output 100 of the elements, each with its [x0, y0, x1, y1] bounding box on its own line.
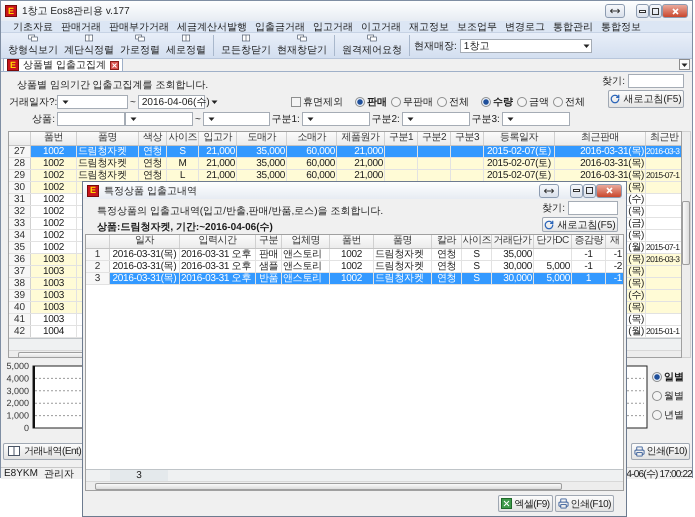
- column-header[interactable]: 품명: [77, 132, 139, 145]
- horizontal-scrollbar[interactable]: [86, 481, 623, 490]
- radio-option[interactable]: 수량: [480, 95, 513, 109]
- close-button[interactable]: [662, 4, 688, 18]
- table-cell: 1003: [31, 302, 77, 313]
- product-select[interactable]: [125, 112, 193, 126]
- column-header[interactable]: 품번: [31, 132, 77, 145]
- toolbar-button[interactable]: 창형식보기: [5, 34, 61, 57]
- maximize-button[interactable]: [583, 184, 596, 198]
- column-header[interactable]: 거래단가: [492, 235, 534, 248]
- column-header[interactable]: 재: [606, 235, 623, 248]
- vertical-scrollbar[interactable]: [682, 131, 691, 358]
- column-header[interactable]: 입고가: [199, 132, 237, 145]
- menu-item[interactable]: 입출금거래: [251, 20, 309, 34]
- menu-item[interactable]: 판매부가거래: [105, 20, 173, 34]
- table-row[interactable]: 3 2016-03-31(목) 2016-03-31 오후 반품 앤스토리 1002 드림청자켓 연청 S 30,000 5,000 1 -1: [86, 273, 623, 285]
- radio-option[interactable]: 금액: [516, 95, 549, 109]
- column-header[interactable]: 도매가: [237, 132, 287, 145]
- tab-menu-button[interactable]: [679, 59, 690, 70]
- row-number: 30: [9, 182, 31, 193]
- print-button[interactable]: 인쇄(F10): [630, 442, 690, 460]
- refresh-button[interactable]: 새로고침(F5): [608, 90, 684, 108]
- axis-label: 1,000: [6, 410, 29, 421]
- table-cell: 35,000: [237, 158, 287, 169]
- radio-option[interactable]: 무판매: [390, 95, 433, 109]
- toolbar-button[interactable]: 세로정렬: [163, 34, 209, 57]
- store-select[interactable]: 1창고: [460, 38, 592, 52]
- column-header[interactable]: 품명: [374, 235, 432, 248]
- column-header[interactable]: 구분2: [418, 132, 451, 145]
- history-button[interactable]: 거래내역(Ent): [3, 442, 84, 460]
- maximize-button[interactable]: [649, 4, 662, 18]
- category-select[interactable]: [502, 112, 570, 126]
- refresh-button[interactable]: 새로고침(F5): [542, 217, 618, 232]
- menu-item[interactable]: 입고거래: [309, 20, 357, 34]
- column-header[interactable]: 제품원가: [337, 132, 385, 145]
- date-select[interactable]: [57, 95, 128, 109]
- row-number: 40: [9, 302, 31, 313]
- field-label: 상품:: [31, 113, 55, 126]
- column-header[interactable]: 구분3: [451, 132, 484, 145]
- column-header[interactable]: 사이즈: [462, 235, 492, 248]
- toolbar-button[interactable]: 가로정렬: [117, 34, 163, 57]
- input-field[interactable]: [57, 112, 125, 126]
- table-row[interactable]: 2 2016-03-31(목) 2016-03-31 오후 샘플 앤스토리 1002 드림청자켓 연청 S 30,000 5,000 -1 -2: [86, 261, 623, 273]
- menu-item[interactable]: 세금계산서발행: [173, 20, 251, 34]
- toolbar-button[interactable]: 모든창닫기: [218, 34, 274, 57]
- table-cell: 드림청자켓: [77, 146, 139, 157]
- toolbar-button[interactable]: 현재창닫기: [274, 34, 330, 57]
- column-header[interactable]: 품번: [330, 235, 374, 248]
- column-header[interactable]: 구분1: [385, 132, 418, 145]
- column-header[interactable]: 증감량: [572, 235, 606, 248]
- column-header[interactable]: 칼라: [432, 235, 462, 248]
- radio-option[interactable]: 판매: [354, 95, 387, 109]
- radio-option[interactable]: 일별: [652, 370, 684, 384]
- search-field[interactable]: [568, 201, 618, 215]
- menu-item[interactable]: 판매거래: [57, 20, 105, 34]
- column-header[interactable]: 단가DC: [534, 235, 572, 248]
- toolbar-button[interactable]: 원격제어요청: [339, 34, 405, 57]
- column-header[interactable]: 소매가: [287, 132, 337, 145]
- table-row[interactable]: 1 2016-03-31(목) 2016-03-31 오후 판매 앤스토리 1002 드림청자켓 연청 S 35,000 -1 -1: [86, 249, 623, 261]
- close-icon[interactable]: [110, 60, 119, 70]
- print-button[interactable]: 인쇄(F10): [554, 495, 614, 512]
- product-select[interactable]: [202, 112, 270, 126]
- menu-item[interactable]: 이고거래: [357, 20, 405, 34]
- arrows-icon: [610, 8, 620, 14]
- radio-option[interactable]: 년별: [652, 408, 684, 422]
- minimize-button[interactable]: [636, 4, 649, 18]
- column-header[interactable]: 사이즈: [167, 132, 199, 145]
- category-select[interactable]: [402, 112, 470, 126]
- table-row[interactable]: 27 1002 드림청자켓 연청 S 21,000 35,000 60,000 21,000 2015-02-07(토) 2016-03-31(목) 2016-03-3: [9, 146, 681, 158]
- toolbar-button[interactable]: 계단식정렬: [61, 34, 117, 57]
- excel-button[interactable]: 엑셀(F9): [498, 495, 553, 512]
- tile-button[interactable]: [605, 4, 625, 18]
- column-header[interactable]: 최근판매: [555, 132, 646, 145]
- column-header[interactable]: 일자: [110, 235, 180, 248]
- tile-button[interactable]: [539, 184, 559, 198]
- column-header[interactable]: 입력시간: [180, 235, 256, 248]
- menu-item[interactable]: 재고정보: [405, 20, 453, 34]
- column-header[interactable]: 업체명: [282, 235, 330, 248]
- table-cell: 드림청자켓: [374, 261, 432, 272]
- column-header[interactable]: 구분: [256, 235, 282, 248]
- menu-item[interactable]: 보조업무: [453, 20, 501, 34]
- column-header[interactable]: 등록일자: [484, 132, 555, 145]
- search-field[interactable]: [628, 74, 684, 88]
- table-row[interactable]: 29 1002 드림청자켓 연청 L 21,000 35,000 60,000 21,000 2015-02-07(토) 2016-03-31(목) 2015-07-1: [9, 170, 681, 182]
- checkbox[interactable]: 휴면제외: [290, 95, 343, 109]
- radio-option[interactable]: 월별: [652, 389, 684, 403]
- table-cell: 2016-03-31(목): [555, 146, 646, 157]
- column-header[interactable]: 색상: [139, 132, 167, 145]
- table-row[interactable]: 28 1002 드림청자켓 연청 M 21,000 35,000 60,000 21,000 2015-02-07(토) 2016-03-31(목): [9, 158, 681, 170]
- minimize-icon: [639, 10, 646, 12]
- tab[interactable]: E 상품별 입출고집계: [3, 58, 123, 71]
- menu-item[interactable]: 기초자료: [9, 20, 57, 34]
- radio-option[interactable]: 전체: [552, 95, 585, 109]
- menu-item[interactable]: 변경로그: [501, 20, 549, 34]
- close-button[interactable]: [596, 184, 622, 198]
- menu-item[interactable]: 통합정보: [597, 20, 645, 34]
- radio-option[interactable]: 전체: [436, 95, 469, 109]
- minimize-button[interactable]: [570, 184, 583, 198]
- menu-item[interactable]: 통합관리: [549, 20, 597, 34]
- category-select[interactable]: [302, 112, 370, 126]
